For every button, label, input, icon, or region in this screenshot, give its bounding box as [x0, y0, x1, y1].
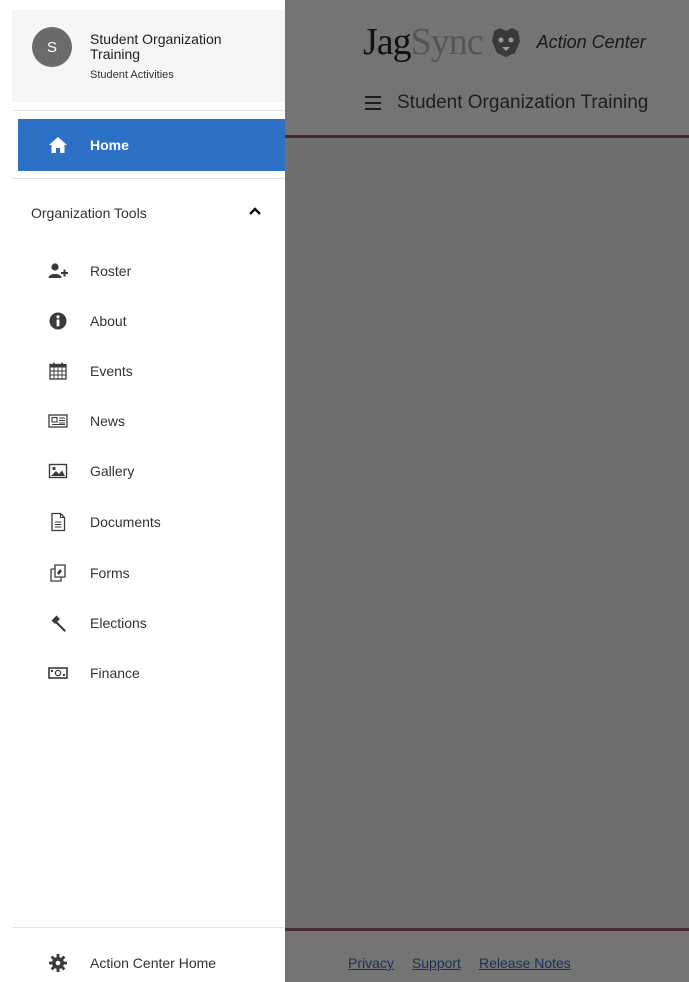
- brand-sync-text: Sync: [410, 21, 484, 63]
- gavel-icon: [51, 615, 66, 632]
- footer: Privacy Support Release Notes: [285, 931, 689, 982]
- newspaper-icon: [48, 414, 68, 428]
- section-label: Organization Tools: [31, 205, 147, 221]
- money-icon: [48, 667, 68, 679]
- sidebar-item-forms[interactable]: Forms: [18, 555, 285, 591]
- sidebar-item-documents[interactable]: Documents: [18, 504, 285, 540]
- info-icon: [49, 312, 67, 330]
- header-divider: [285, 135, 689, 138]
- sidebar-item-events[interactable]: Events: [18, 353, 285, 389]
- sidebar-item-label: Forms: [90, 565, 130, 581]
- sidebar-item-label: Action Center Home: [90, 955, 217, 971]
- page-title: Student Organization Training: [397, 92, 649, 113]
- sidebar-item-news[interactable]: News: [18, 403, 285, 439]
- sidebar-item-label: News: [90, 413, 126, 429]
- top-bar: Jag Sync Action Center Student Organizat…: [285, 0, 689, 135]
- gear-icon: [49, 954, 67, 972]
- org-category: Student Activities: [90, 69, 174, 81]
- footer-links: Privacy Support Release Notes: [348, 955, 589, 971]
- brand-logo[interactable]: Jag Sync Action Center: [363, 21, 646, 63]
- sidebar-item-label: Gallery: [90, 463, 135, 479]
- sidebar-item-about[interactable]: About: [18, 303, 285, 339]
- sidebar-item-finance[interactable]: Finance: [18, 655, 285, 691]
- sidebar-item-label: Roster: [90, 263, 132, 279]
- navigation-drawer: S Student Organization Training Student …: [0, 0, 285, 982]
- forms-icon: [50, 564, 66, 582]
- add-user-icon: [48, 263, 68, 278]
- sidebar-item-gallery[interactable]: Gallery: [18, 453, 285, 489]
- app-main: Jag Sync Action Center Student Organizat…: [285, 0, 689, 982]
- menu-icon[interactable]: [365, 96, 381, 110]
- support-link[interactable]: Support: [412, 955, 461, 971]
- sidebar-item-roster[interactable]: Roster: [18, 253, 285, 289]
- action-center-label: Action Center: [536, 31, 646, 52]
- divider: [12, 110, 285, 111]
- sidebar-item-label: Documents: [90, 514, 161, 530]
- calendar-icon: [49, 362, 67, 380]
- brand-jag-text: Jag: [363, 21, 412, 63]
- privacy-link[interactable]: Privacy: [348, 955, 394, 971]
- jaguar-icon: [491, 28, 520, 57]
- sidebar-item-label: Finance: [90, 665, 140, 681]
- sidebar-item-label: Home: [90, 137, 129, 153]
- image-icon: [48, 463, 68, 479]
- sidebar-item-label: Elections: [90, 615, 147, 631]
- section-organization-tools[interactable]: Organization Tools: [18, 196, 285, 232]
- avatar: S: [32, 27, 72, 67]
- document-icon: [51, 512, 66, 532]
- sidebar-item-label: Events: [90, 363, 133, 379]
- sidebar-item-home[interactable]: Home: [18, 119, 285, 171]
- sidebar-item-elections[interactable]: Elections: [18, 605, 285, 641]
- org-name: Student Organization Training: [90, 31, 222, 62]
- release-notes-link[interactable]: Release Notes: [479, 955, 571, 971]
- divider: [12, 927, 285, 928]
- org-title-row: Student Organization Training: [365, 92, 648, 114]
- drawer-header: S Student Organization Training Student …: [12, 10, 285, 102]
- sidebar-item-label: About: [90, 313, 127, 329]
- sidebar-item-action-center-home[interactable]: Action Center Home: [18, 945, 285, 981]
- chevron-up-icon: [249, 207, 261, 215]
- divider: [12, 178, 285, 179]
- home-icon: [49, 137, 67, 153]
